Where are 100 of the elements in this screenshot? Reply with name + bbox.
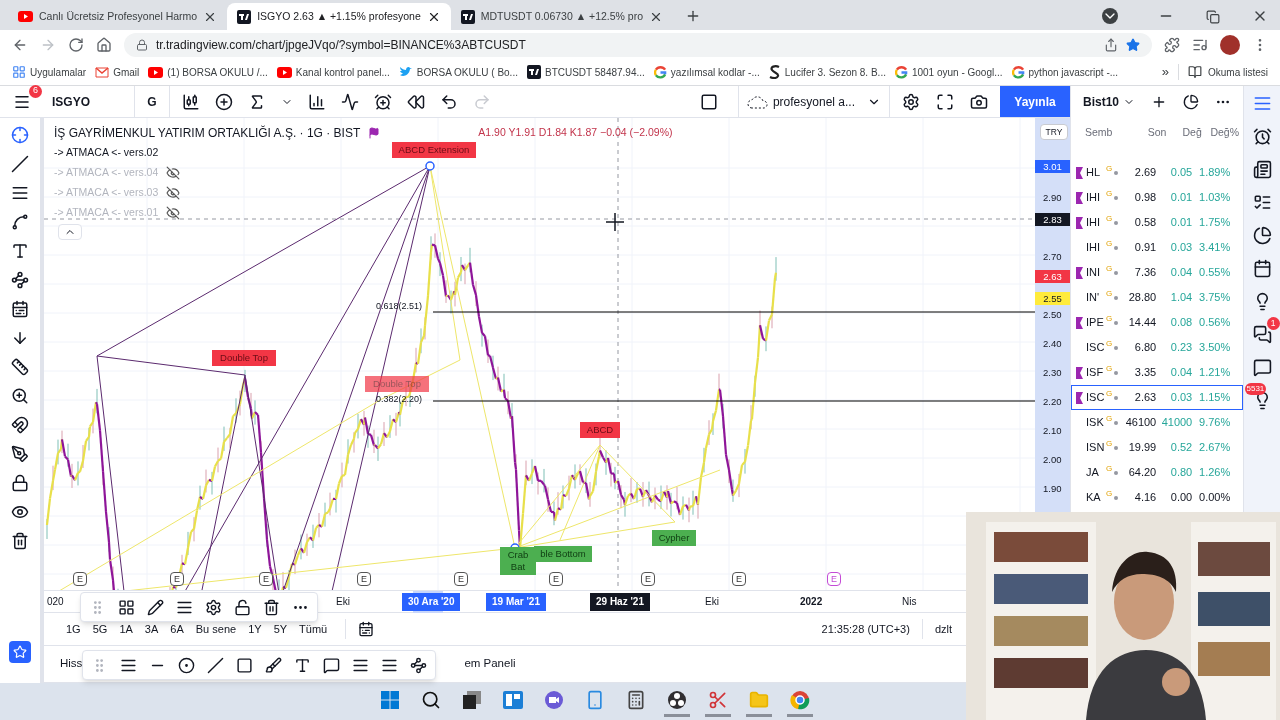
arrow-down-icon[interactable] (11, 329, 29, 347)
watchlist-row[interactable]: INI G 7.36 0.04 0.55% (1071, 260, 1243, 285)
flag-icon[interactable] (368, 127, 381, 139)
flag-icon[interactable] (1076, 191, 1083, 204)
flag-icon[interactable] (1076, 366, 1083, 379)
earnings-marker[interactable]: E (549, 572, 563, 586)
layout-selector[interactable]: profesyonel a... (737, 86, 889, 117)
text-icon[interactable] (11, 242, 29, 260)
address-field[interactable]: tr.tradingview.com/chart/jpgeJVqo/?symbol=BINANCE%3ABTCUSDT (124, 32, 1152, 57)
watchlist-name[interactable]: Bist10 (1083, 93, 1120, 111)
watchlist-row[interactable]: ISF G 3.35 0.04 1.21% (1071, 360, 1243, 385)
eye-icon[interactable] (11, 503, 29, 521)
watchlist-row[interactable]: IHI G 0.58 0.01 1.75% (1071, 210, 1243, 235)
restore-icon[interactable] (1206, 10, 1220, 24)
camera-icon[interactable] (970, 92, 988, 111)
pattern-icon[interactable] (11, 271, 29, 289)
bookmark-link[interactable]: Gmail (95, 64, 140, 80)
watchlist-row[interactable]: KA G 4.16 0.00 0.00% (1071, 485, 1243, 510)
hidden-eye-icon[interactable] (166, 205, 181, 220)
reload-icon[interactable] (68, 36, 84, 53)
pen-icon[interactable] (11, 445, 29, 463)
bookmark-link[interactable]: 1001 oyun - Googl... (894, 64, 1003, 80)
pattern-label[interactable]: Cypher (652, 530, 696, 546)
indicator-label[interactable]: -> ATMACA <- vers.02 (54, 144, 159, 161)
record-icon[interactable] (667, 690, 687, 710)
settings-icon[interactable] (205, 598, 222, 616)
watchlist-row[interactable]: IN' G 28.80 1.04 3.75% (1071, 285, 1243, 310)
line-icon[interactable] (11, 155, 29, 173)
ruler-icon[interactable] (11, 358, 29, 376)
flag-icon[interactable] (1076, 391, 1083, 404)
pie-chart-icon[interactable] (1252, 226, 1272, 245)
bookmark-link[interactable]: BORSA OKULU ( Bo... (398, 64, 518, 80)
widgets-icon[interactable] (503, 691, 523, 709)
watchlist-row[interactable]: ISK G 46100 41000 9.76% (1071, 410, 1243, 435)
adjust-button[interactable]: dzlt (934, 620, 952, 638)
crosshair-icon[interactable] (11, 126, 29, 144)
watchlist-row[interactable]: IHI G 0.91 0.03 3.41% (1071, 235, 1243, 260)
bookmark-star-icon[interactable] (1126, 37, 1140, 52)
fullscreen-icon[interactable] (936, 92, 954, 111)
bookmark-link[interactable]: (1) BORSA OKULU /... (148, 64, 268, 80)
earnings-marker[interactable]: E (259, 572, 273, 586)
calendar-icon[interactable] (1252, 259, 1272, 278)
extensions-icon[interactable] (1164, 36, 1180, 53)
comment-icon[interactable] (323, 656, 340, 674)
earnings-marker[interactable]: E (357, 572, 371, 586)
clock-text[interactable]: 21:35:28 (UTC+3) (821, 620, 910, 638)
range-button[interactable]: 6A (164, 620, 190, 638)
rectangle-icon[interactable] (236, 656, 253, 674)
news-icon[interactable] (1252, 160, 1272, 179)
bookmark-link[interactable]: Kanal kontrol panel... (276, 64, 390, 80)
replay-icon[interactable] (407, 92, 425, 111)
calculator-icon[interactable] (626, 690, 646, 710)
brush-icon[interactable] (265, 656, 282, 674)
phone-icon[interactable] (585, 690, 605, 710)
earnings-marker[interactable]: E (641, 572, 655, 586)
trash-icon[interactable] (263, 598, 280, 616)
start-icon[interactable] (381, 691, 399, 709)
profile-avatar[interactable] (1220, 34, 1240, 55)
more-bookmarks-button[interactable]: » (1161, 62, 1169, 82)
bar-chart-icon[interactable] (308, 92, 326, 111)
browser-icon[interactable] (790, 690, 810, 710)
currency-dropdown[interactable]: TRY (1040, 124, 1068, 140)
layout-square-icon[interactable] (699, 92, 718, 111)
column-header[interactable]: Semb (1075, 125, 1133, 141)
checklist-icon[interactable] (1252, 193, 1272, 212)
earnings-marker[interactable]: E (827, 572, 841, 586)
settings-icon[interactable] (902, 92, 920, 111)
ray-icon[interactable] (178, 656, 195, 674)
collapse-button[interactable] (58, 224, 82, 240)
panel-tab[interactable]: em Paneli (464, 655, 516, 673)
favorites-button[interactable] (9, 641, 31, 663)
pattern-label[interactable]: ble Bottom (534, 546, 592, 562)
pie-chart-icon[interactable] (1183, 94, 1199, 110)
reading-list-button[interactable]: Okuma listesi (1188, 64, 1268, 80)
flag-icon[interactable] (1076, 166, 1083, 179)
trash-icon[interactable] (11, 532, 29, 550)
unlock-icon[interactable] (234, 598, 251, 616)
lock-icon[interactable] (11, 474, 29, 492)
earnings-marker[interactable]: E (454, 572, 468, 586)
candles-icon[interactable] (182, 92, 200, 111)
range-button[interactable]: 1Y (242, 620, 268, 638)
browser-tab[interactable]: ISGYO 2.63 ▲ +1.15% profesyone (227, 3, 451, 30)
column-header[interactable]: Son (1132, 125, 1167, 141)
flag-icon[interactable] (1076, 316, 1083, 329)
hidden-eye-icon[interactable] (166, 185, 181, 200)
share-icon[interactable] (1104, 37, 1118, 52)
chat-icon[interactable] (1252, 325, 1272, 344)
bookmark-link[interactable]: Lucifer 3. Sezon 8. B... (768, 64, 886, 80)
add-symbol-icon[interactable] (1151, 94, 1167, 110)
text-icon[interactable] (294, 656, 311, 674)
diagonal-line-icon[interactable] (207, 656, 224, 674)
column-header[interactable]: Değ (1166, 125, 1202, 141)
hidden-eye-icon[interactable] (166, 165, 181, 180)
undo-icon[interactable] (440, 92, 458, 111)
message-icon[interactable] (1252, 358, 1272, 377)
bookmark-link[interactable]: python javascript -... (1011, 64, 1119, 80)
earnings-marker[interactable]: E (73, 572, 87, 586)
go-to-date-icon[interactable] (358, 621, 375, 637)
add-template-icon[interactable] (118, 598, 135, 616)
earnings-marker[interactable]: E (170, 572, 184, 586)
